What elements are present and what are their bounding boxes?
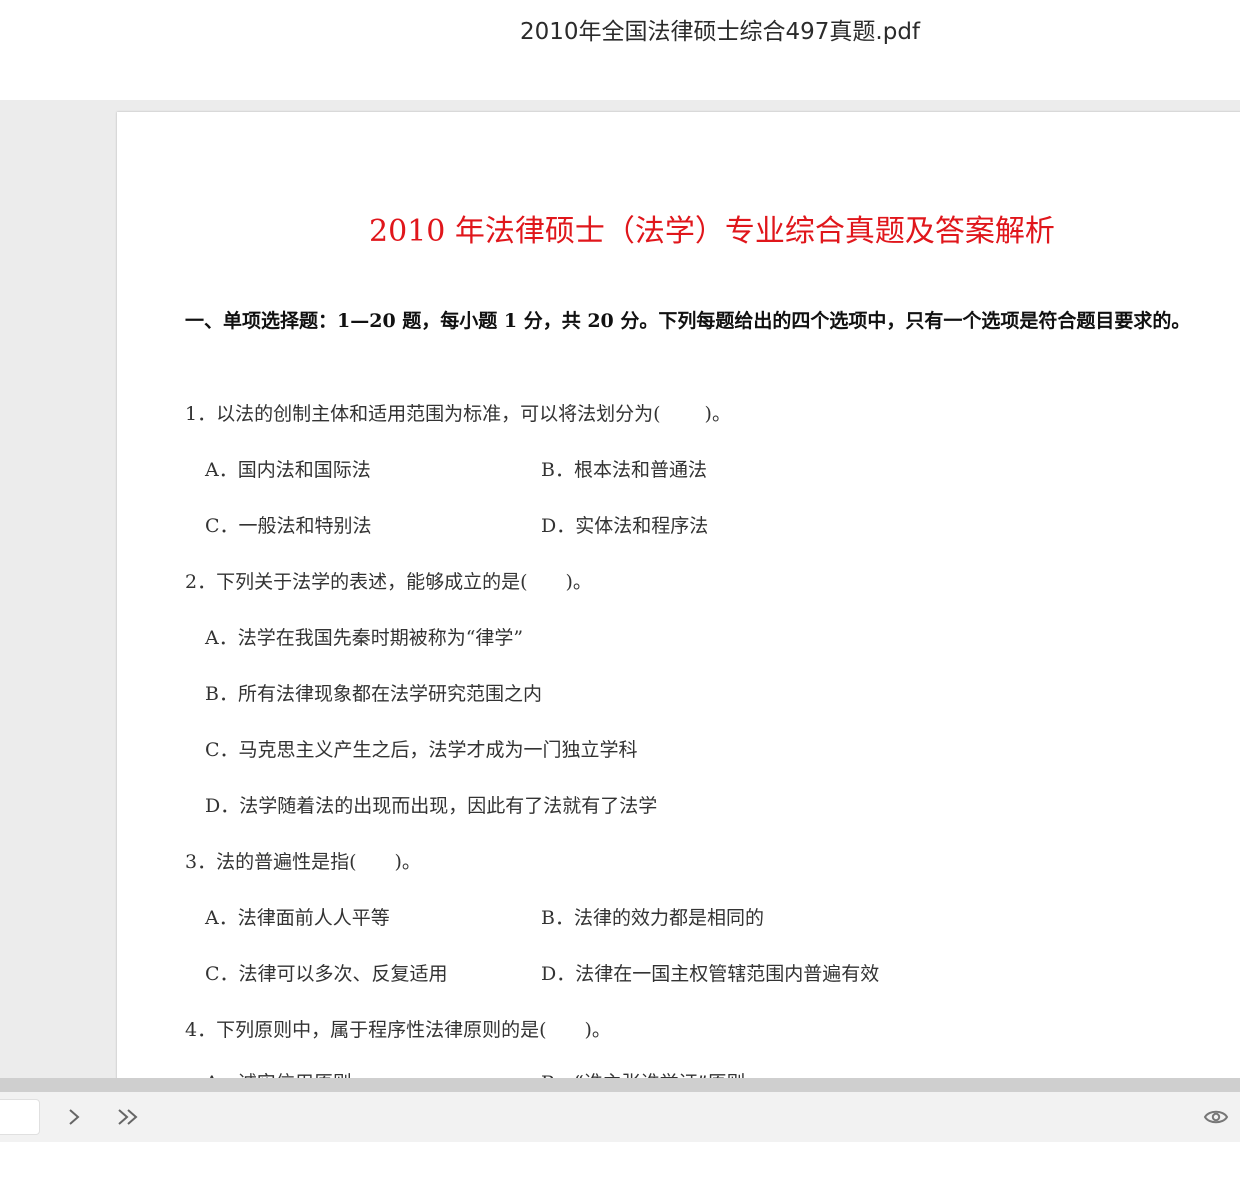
chevron-right-icon[interactable] [60,1101,88,1133]
option-1c: C．一般法和特别法 [205,515,372,537]
option-1d: D．实体法和程序法 [541,515,709,537]
option-3d: D．法律在一国主权管辖范围内普遍有效 [541,963,880,985]
horizontal-scrollbar[interactable] [0,1078,1240,1092]
question-3: 3．法的普遍性是指( )。 [185,851,421,873]
option-3c: C．法律可以多次、反复适用 [205,963,448,985]
option-1b: B．根本法和普通法 [541,459,707,481]
title-bar: 2010年全国法律硕士综合497真题.pdf [0,0,1240,100]
option-3b: B．法律的效力都是相同的 [541,907,764,929]
question-2: 2．下列关于法学的表述，能够成立的是( )。 [185,571,592,593]
question-4: 4．下列原则中，属于程序性法律原则的是( )。 [185,1019,611,1041]
eye-icon[interactable] [1200,1101,1232,1133]
question-1: 1．以法的创制主体和适用范围为标准，可以将法划分为( )。 [185,403,731,425]
option-2d: D．法学随着法的出现而出现，因此有了法就有了法学 [205,795,658,817]
window-footer [0,1142,1240,1180]
option-4b: B．“谁主张谁举证”原则 [541,1068,745,1078]
pdf-page: 2010 年法律硕士（法学）专业综合真题及答案解析 一、单项选择题：1—20 题… [117,112,1240,1078]
option-2b: B．所有法律现象都在法学研究范围之内 [205,683,542,705]
double-chevron-right-icon[interactable] [112,1101,144,1133]
page-number-input[interactable] [0,1099,40,1135]
option-4a: A．诚实信用原则 [205,1068,352,1078]
page-heading: 2010 年法律硕士（法学）专业综合真题及答案解析 [369,214,1055,249]
bottom-toolbar [0,1092,1240,1142]
option-1a: A．国内法和国际法 [205,459,371,481]
option-3a: A．法律面前人人平等 [205,907,390,929]
document-title: 2010年全国法律硕士综合497真题.pdf [519,19,921,45]
section-intro: 一、单项选择题：1—20 题，每小题 1 分，共 20 分。下列每题给出的四个选… [185,310,1191,332]
option-2c: C．马克思主义产生之后，法学才成为一门独立学科 [205,739,638,761]
option-2a: A．法学在我国先秦时期被称为“律学” [205,627,524,649]
pdf-viewer[interactable]: 2010 年法律硕士（法学）专业综合真题及答案解析 一、单项选择题：1—20 题… [0,100,1240,1078]
